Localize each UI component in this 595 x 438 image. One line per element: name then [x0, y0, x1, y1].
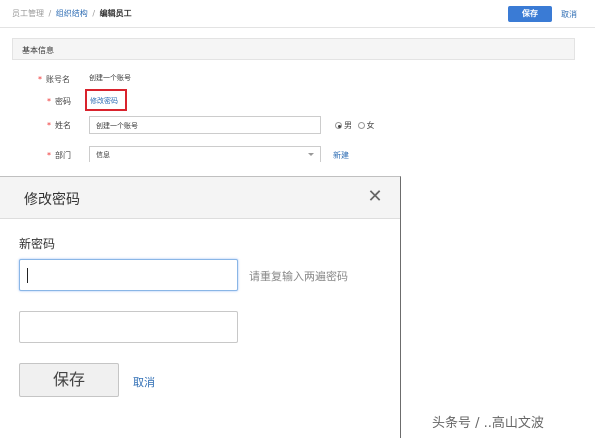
- close-icon[interactable]: ✕: [365, 187, 385, 207]
- password-label: * 密码: [47, 97, 71, 106]
- account-label: * 账号名: [38, 75, 70, 84]
- department-select-value: 信息: [96, 151, 110, 159]
- text-cursor: [27, 268, 28, 283]
- radio-female-label: 女: [366, 121, 375, 130]
- name-label: * 姓名: [47, 121, 71, 130]
- new-password-label: 新密码: [19, 237, 56, 251]
- dialog-title: 修改密码: [24, 192, 80, 208]
- password-hint: 请重复输入两遍密码: [249, 270, 348, 283]
- cancel-link[interactable]: 取消: [561, 9, 577, 20]
- section-header: 基本信息: [12, 38, 575, 60]
- breadcrumb-separator: /: [92, 9, 96, 18]
- change-password-link[interactable]: 修改密码: [90, 96, 118, 106]
- radio-male[interactable]: [335, 122, 342, 129]
- radio-female[interactable]: [357, 122, 365, 129]
- section-title: 基本信息: [22, 46, 54, 55]
- new-department-link[interactable]: 新建: [333, 150, 349, 161]
- save-button[interactable]: 保存: [508, 6, 552, 22]
- required-mark: *: [38, 75, 42, 84]
- name-input[interactable]: 创建一个账号: [89, 116, 321, 134]
- dialog-header: 修改密码 ✕: [0, 177, 400, 219]
- breadcrumb-separator: /: [48, 9, 52, 18]
- top-bar: 员工管理 / 组织结构 / 编辑员工 保存 取消: [0, 0, 595, 28]
- breadcrumb-item-org-structure[interactable]: 组织结构: [56, 9, 88, 18]
- watermark: 头条号 / ..高山文波: [432, 416, 544, 431]
- new-password-input[interactable]: [19, 259, 238, 291]
- department-label: * 部门: [47, 151, 71, 160]
- gender-radio-group: 男 女: [335, 120, 375, 131]
- chevron-down-icon: [308, 153, 314, 156]
- name-input-value: 创建一个账号: [96, 122, 138, 130]
- dialog-cancel-link[interactable]: 取消: [133, 374, 155, 390]
- breadcrumb: 员工管理 / 组织结构 / 编辑员工: [12, 8, 132, 19]
- breadcrumb-current: 编辑员工: [99, 9, 132, 18]
- edit-employee-page: 员工管理 / 组织结构 / 编辑员工 保存 取消 基本信息 * 账号名 创建一个账…: [0, 0, 595, 162]
- required-mark: *: [47, 121, 51, 130]
- confirm-password-input[interactable]: [19, 311, 238, 343]
- password-link-highlight: 修改密码: [85, 89, 127, 111]
- change-password-dialog: 修改密码 ✕ 新密码 请重复输入两遍密码 保存 取消: [0, 176, 401, 438]
- department-select[interactable]: 信息: [89, 146, 321, 162]
- required-mark: *: [47, 97, 51, 106]
- breadcrumb-item-employee-management[interactable]: 员工管理: [12, 9, 44, 18]
- account-value: 创建一个账号: [89, 74, 131, 82]
- required-mark: *: [47, 151, 51, 160]
- radio-male-label: 男: [344, 121, 352, 130]
- dialog-save-button[interactable]: 保存: [19, 363, 119, 397]
